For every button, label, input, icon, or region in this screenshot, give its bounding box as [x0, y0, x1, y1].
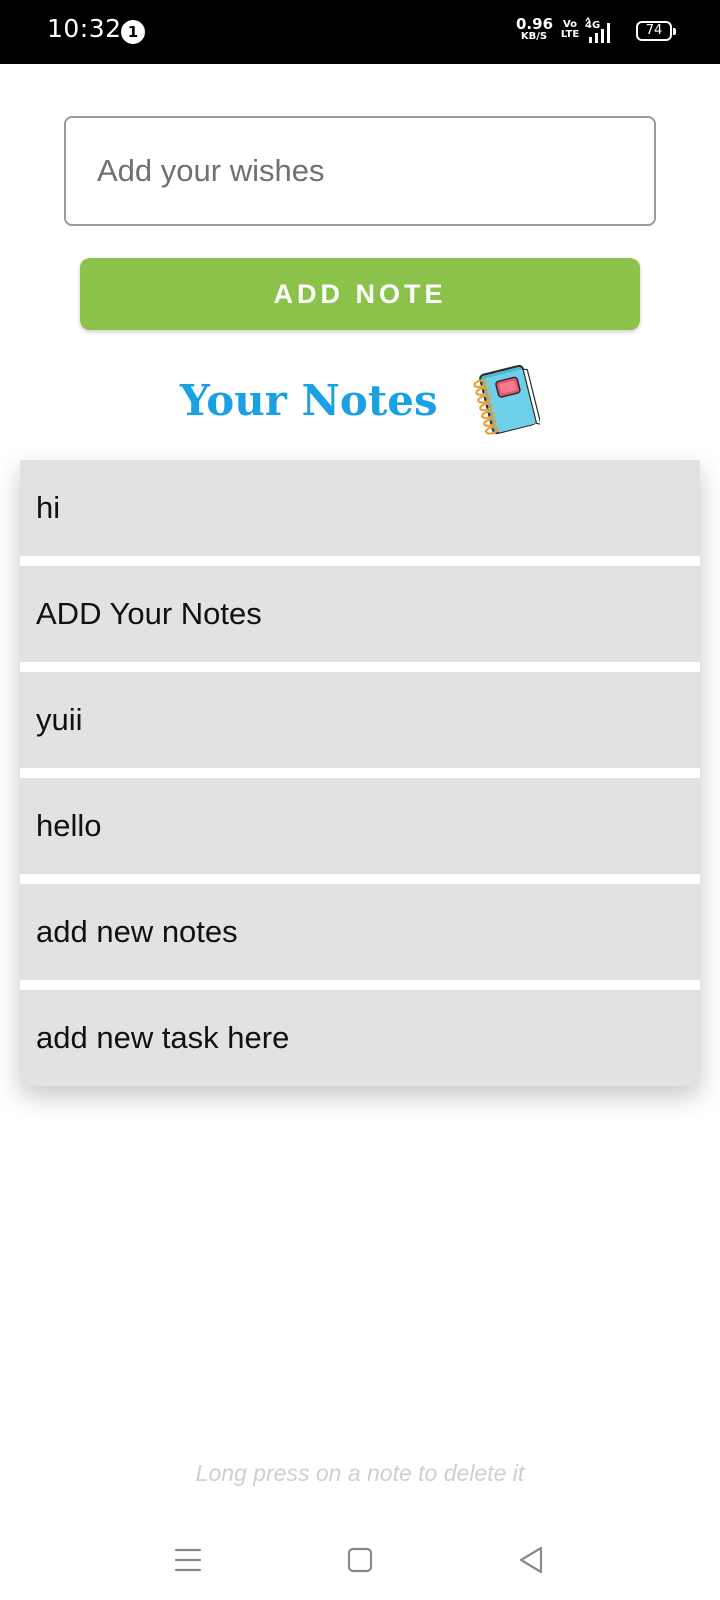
network-type-label: 4G [585, 20, 600, 31]
notes-list: hi ADD Your Notes yuii hello add new not… [20, 460, 700, 1086]
navigation-bar [0, 1520, 720, 1600]
network-speed-unit: KB/S [520, 31, 548, 42]
note-item[interactable]: yuii [20, 672, 700, 768]
notification-count-icon: 1 [121, 20, 145, 44]
note-item[interactable]: add new task here [20, 990, 700, 1086]
network-speed-value: 0.96 [516, 15, 554, 33]
note-item[interactable]: ADD Your Notes [20, 566, 700, 662]
note-item[interactable]: hello [20, 778, 700, 874]
note-item[interactable]: add new notes [20, 884, 700, 980]
volte-label-bottom: LTE [560, 29, 580, 40]
menu-icon[interactable] [168, 1540, 208, 1580]
home-icon[interactable] [340, 1540, 380, 1580]
wish-input[interactable] [64, 116, 656, 226]
network-speed: 0.96 KB/S [516, 15, 554, 42]
notebook-icon [473, 364, 541, 435]
add-note-button[interactable]: ADD NOTE [80, 258, 640, 330]
back-icon[interactable] [512, 1540, 552, 1580]
signal-icon: 4G [585, 17, 610, 43]
notes-heading: Your Notes [0, 362, 720, 442]
status-time: 10:32 [47, 14, 122, 43]
volte-icon: Vo LTE [560, 20, 580, 40]
battery-icon: 74 [636, 21, 676, 41]
delete-hint: Long press on a note to delete it [195, 1460, 525, 1486]
notes-title: Your Notes [179, 375, 438, 425]
note-item[interactable]: hi [20, 460, 700, 556]
status-bar: 10:32 1 0.96 KB/S Vo LTE 4G 74 [0, 0, 720, 64]
